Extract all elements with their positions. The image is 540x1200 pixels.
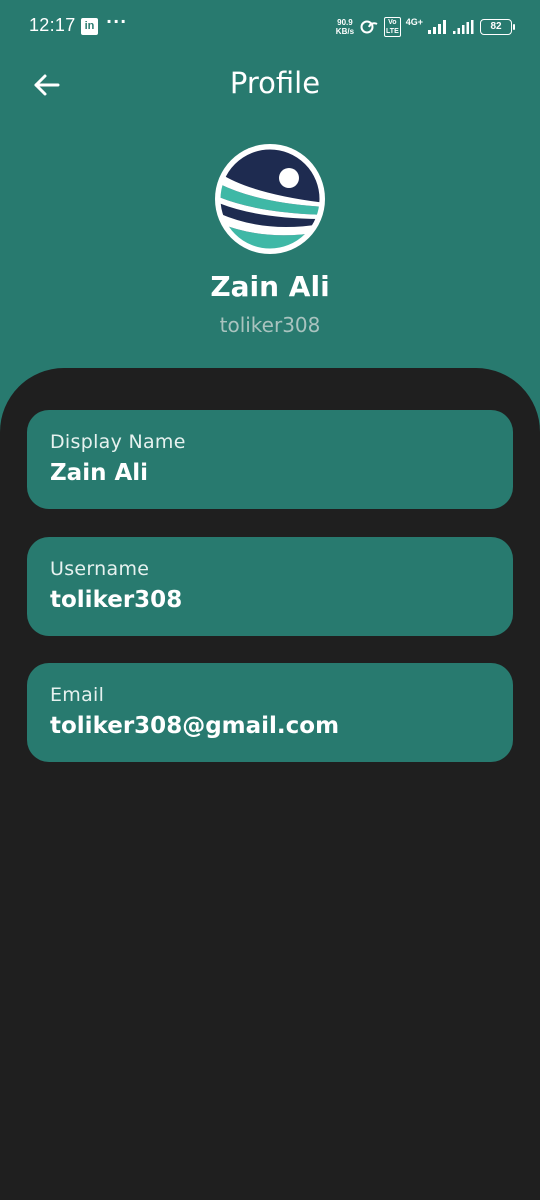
status-bar: 12:17 in ··· 90.9 KB/s Vo LTE 4G+ 82 (0, 0, 540, 54)
avatar (214, 143, 326, 255)
battery-icon: 82 (480, 19, 515, 35)
app-logo-avatar-icon (215, 144, 325, 254)
display-name-value: Zain Ali (50, 460, 149, 486)
username-label: Username (50, 558, 150, 580)
email-value: toliker308@gmail.com (50, 713, 340, 739)
status-indicators: 90.9 KB/s Vo LTE 4G+ 82 (336, 15, 515, 39)
network-speed-unit: KB/s (335, 27, 355, 36)
network-speed: 90.9 KB/s (336, 18, 354, 36)
username-card[interactable]: Username toliker308 (27, 537, 513, 636)
username-value: toliker308 (50, 587, 183, 613)
network-speed-value: 90.9 (337, 18, 353, 27)
battery-level: 82 (490, 21, 502, 32)
profile-username: toliker308 (219, 313, 321, 337)
signal-strength-2-icon (453, 20, 474, 34)
linkedin-icon: in (81, 18, 98, 35)
email-card[interactable]: Email toliker308@gmail.com (27, 663, 513, 762)
volte-bottom-text: LTE (386, 28, 399, 35)
status-time: 12:17 (29, 15, 76, 35)
display-name-label: Display Name (50, 431, 186, 453)
volte-top-text: Vo (388, 19, 397, 26)
network-type-label: 4G+ (405, 17, 423, 27)
signal-strength-icon (428, 20, 446, 34)
profile-display-name: Zain Ali (210, 270, 330, 303)
page-title: Profile (229, 66, 321, 100)
hotspot-link-icon (360, 20, 378, 34)
email-label: Email (50, 684, 105, 706)
more-notifications-icon: ··· (106, 12, 128, 31)
display-name-card[interactable]: Display Name Zain Ali (27, 410, 513, 509)
volte-icon: Vo LTE (384, 17, 401, 37)
